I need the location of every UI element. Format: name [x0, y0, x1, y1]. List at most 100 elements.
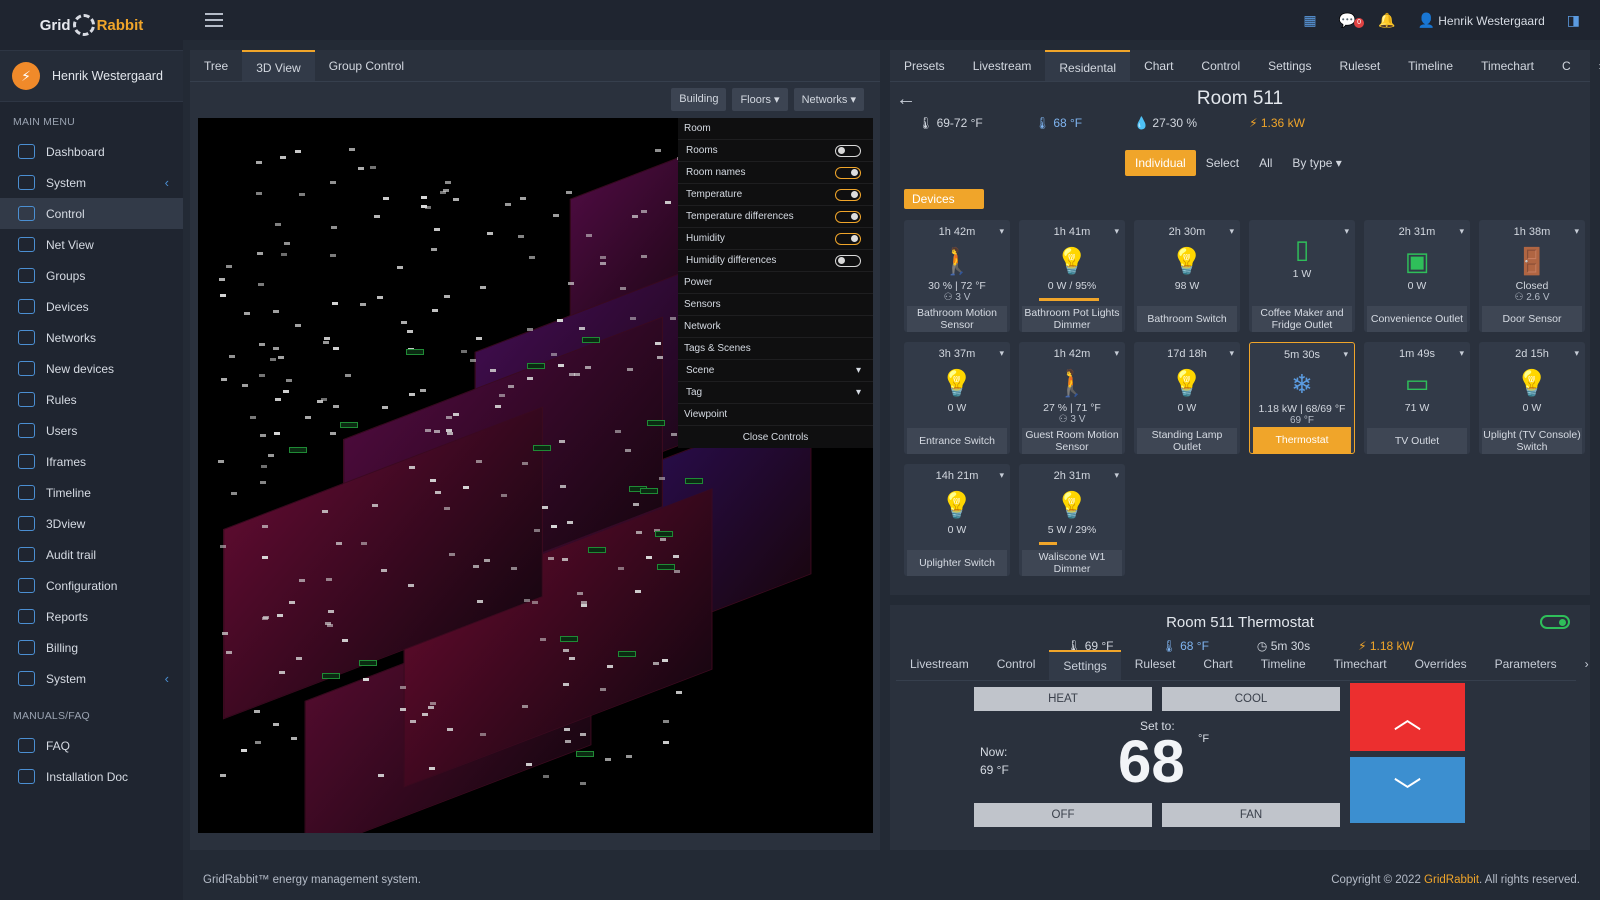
- chevron-down-icon[interactable]: ▾: [1229, 226, 1234, 237]
- selection-option[interactable]: All: [1249, 150, 1282, 176]
- user-box[interactable]: ⚡ Henrik Westergaard: [0, 50, 183, 102]
- room-tab[interactable]: Timechart: [1467, 50, 1548, 81]
- tab-0[interactable]: Tree: [190, 50, 242, 81]
- heat-button[interactable]: HEAT: [974, 687, 1152, 711]
- device-card[interactable]: 2h 31m ▾ ▣ 0 W Convenience Outlet: [1364, 220, 1470, 332]
- toggle-switch[interactable]: [835, 188, 861, 201]
- toggle-switch[interactable]: [835, 254, 861, 267]
- menu-toggle-icon[interactable]: [205, 13, 223, 27]
- chevron-down-icon[interactable]: ▾: [1574, 348, 1579, 359]
- chevron-right-icon[interactable]: ›: [1585, 50, 1600, 81]
- qr-icon[interactable]: ▦: [1303, 12, 1316, 29]
- device-card[interactable]: 17d 18h ▾ 💡 0 W Standing Lamp Outlet: [1134, 342, 1240, 454]
- tag-select[interactable]: Tag ▾: [678, 382, 873, 404]
- decrease-setpoint-button[interactable]: ﹀: [1350, 757, 1465, 823]
- bell-icon[interactable]: 🔔: [1378, 12, 1395, 29]
- room-tab[interactable]: Ruleset: [1325, 50, 1394, 81]
- sidebar-item-audit-trail[interactable]: Audit trail: [0, 539, 183, 570]
- thermostat-tab[interactable]: Timechart: [1320, 650, 1401, 680]
- sidebar-item-users[interactable]: Users: [0, 415, 183, 446]
- sidebar-item-control[interactable]: Control: [0, 198, 183, 229]
- app-logo[interactable]: Grid Rabbit: [0, 0, 183, 50]
- thermostat-tab[interactable]: Ruleset: [1121, 650, 1190, 680]
- chevron-down-icon[interactable]: ▾: [999, 226, 1004, 237]
- room-tab[interactable]: Livestream: [959, 50, 1046, 81]
- tab-1[interactable]: 3D View: [242, 50, 315, 81]
- sidebar-item-configuration[interactable]: Configuration: [0, 570, 183, 601]
- chevron-down-icon[interactable]: ▾: [1459, 348, 1464, 359]
- thermostat-tab[interactable]: Control: [983, 650, 1050, 680]
- room-section[interactable]: Room: [678, 118, 873, 140]
- sidebar-item-new-devices[interactable]: New devices: [0, 353, 183, 384]
- sidebar-item-system-2[interactable]: System ‹: [0, 663, 183, 694]
- room-tab[interactable]: Timeline: [1394, 50, 1467, 81]
- sidebar-item-networks[interactable]: Networks: [0, 322, 183, 353]
- panel-icon[interactable]: ◨: [1567, 12, 1580, 29]
- control-toggle-row[interactable]: Humidity differences: [678, 250, 873, 272]
- filter-button[interactable]: Building: [671, 88, 727, 111]
- selection-option[interactable]: Individual: [1125, 150, 1196, 176]
- sidebar-item-timeline[interactable]: Timeline: [0, 477, 183, 508]
- thermostat-tab[interactable]: Livestream: [896, 650, 983, 680]
- control-toggle-row[interactable]: Temperature: [678, 184, 873, 206]
- sidebar-item-dashboard[interactable]: Dashboard: [0, 136, 183, 167]
- chevron-down-icon[interactable]: ▾: [1343, 349, 1348, 360]
- device-card[interactable]: 3h 37m ▾ 💡 0 W Entrance Switch: [904, 342, 1010, 454]
- room-tab[interactable]: Settings: [1254, 50, 1325, 81]
- toggle-switch[interactable]: [835, 232, 861, 245]
- chevron-right-icon[interactable]: ›: [1571, 650, 1600, 680]
- toggle-switch[interactable]: [835, 144, 861, 157]
- filter-button[interactable]: Networks ▾: [793, 88, 864, 111]
- chevron-down-icon[interactable]: ▾: [1114, 226, 1119, 237]
- chevron-down-icon[interactable]: ▾: [1114, 348, 1119, 359]
- footer-brand-link[interactable]: GridRabbit: [1424, 874, 1479, 886]
- room-tab[interactable]: Residental: [1045, 50, 1131, 81]
- device-card[interactable]: 14h 21m ▾ 💡 0 W Uplighter Switch: [904, 464, 1010, 576]
- device-card[interactable]: 2d 15h ▾ 💡 0 W Uplight (TV Console) Switch: [1479, 342, 1585, 454]
- device-card[interactable]: 2h 31m ▾ 💡 5 W / 29% Waliscone W1 Dimmer: [1019, 464, 1125, 576]
- filter-button[interactable]: Floors ▾: [732, 88, 788, 111]
- device-card[interactable]: ▾ ▯ 1 W Coffee Maker and Fridge Outlet: [1249, 220, 1355, 332]
- sidebar-item-installation-doc[interactable]: Installation Doc: [0, 761, 183, 792]
- selection-option[interactable]: Select: [1196, 150, 1249, 176]
- control-toggle-row[interactable]: Rooms: [678, 140, 873, 162]
- control-toggle-row[interactable]: Humidity: [678, 228, 873, 250]
- thermostat-tab[interactable]: Parameters: [1481, 650, 1571, 680]
- thermostat-tab[interactable]: Chart: [1189, 650, 1246, 680]
- thermostat-tab[interactable]: Settings: [1049, 650, 1121, 680]
- top-user[interactable]: 👤 Henrik Westergaard: [1417, 12, 1544, 29]
- sidebar-item-faq[interactable]: FAQ: [0, 730, 183, 761]
- sidebar-item-3dview[interactable]: 3Dview: [0, 508, 183, 539]
- chevron-down-icon[interactable]: ▾: [1114, 470, 1119, 481]
- device-card[interactable]: 1h 42m ▾ 🚶 30 % | 72 °F ⚇ 3 V Bathroom Motion…: [904, 220, 1010, 332]
- chevron-down-icon[interactable]: ▾: [1229, 348, 1234, 359]
- control-section[interactable]: Sensors: [678, 294, 873, 316]
- thermostat-tab[interactable]: Overrides: [1401, 650, 1481, 680]
- device-card[interactable]: 2h 30m ▾ 💡 98 W Bathroom Switch: [1134, 220, 1240, 332]
- control-section[interactable]: Tags & Scenes: [678, 338, 873, 360]
- chevron-down-icon[interactable]: ▾: [1344, 226, 1349, 237]
- chevron-down-icon[interactable]: ▾: [999, 470, 1004, 481]
- cool-button[interactable]: COOL: [1162, 687, 1340, 711]
- toggle-switch[interactable]: [835, 166, 861, 179]
- thermostat-power-toggle[interactable]: [1540, 615, 1570, 629]
- device-card[interactable]: 1h 38m ▾ 🚪 Closed ⚇ 2.6 V Door Sensor: [1479, 220, 1585, 332]
- sidebar-item-reports[interactable]: Reports: [0, 601, 183, 632]
- device-card[interactable]: 1h 41m ▾ 💡 0 W / 95% Bathroom Pot Lights Dim…: [1019, 220, 1125, 332]
- room-tab[interactable]: C: [1548, 50, 1585, 81]
- scene-select[interactable]: Scene ▾: [678, 360, 873, 382]
- 3d-viewport[interactable]: Room Rooms Room names Temperature Temperatu…: [198, 118, 873, 833]
- chevron-down-icon[interactable]: ▾: [1459, 226, 1464, 237]
- room-tab[interactable]: Presets: [890, 50, 959, 81]
- messages-icon[interactable]: 💬 0: [1339, 12, 1365, 29]
- control-toggle-row[interactable]: Room names: [678, 162, 873, 184]
- room-tab[interactable]: Chart: [1130, 50, 1187, 81]
- close-controls-button[interactable]: Close Controls: [678, 426, 873, 443]
- device-card[interactable]: 5m 30s ▾ ❄ 1.18 kW | 68/69 °F 69 °F Thermosta…: [1249, 342, 1355, 454]
- sidebar-item-net-view[interactable]: Net View: [0, 229, 183, 260]
- increase-setpoint-button[interactable]: ︿: [1350, 683, 1465, 751]
- control-toggle-row[interactable]: Temperature differences: [678, 206, 873, 228]
- thermostat-tab[interactable]: Timeline: [1247, 650, 1320, 680]
- control-section[interactable]: Network: [678, 316, 873, 338]
- sidebar-item-system[interactable]: System ‹: [0, 167, 183, 198]
